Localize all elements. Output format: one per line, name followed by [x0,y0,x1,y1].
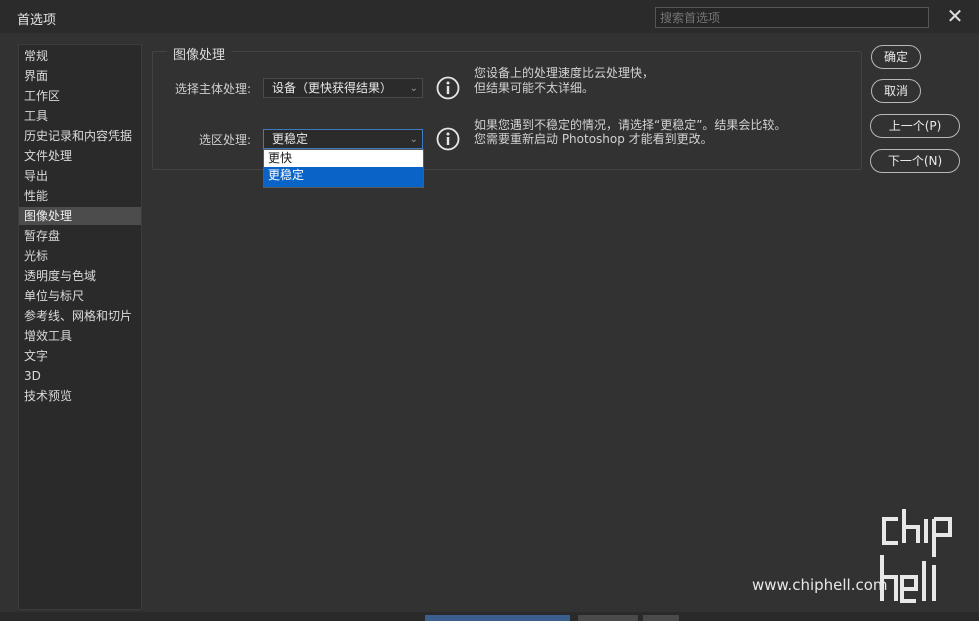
watermark-text: www.chiphell.com [752,576,888,594]
selection-note-line2: 您需要重新启动 Photoshop 才能看到更改。 [474,132,713,146]
sidebar-item-export[interactable]: 导出 [19,167,141,185]
sidebar-item-scratch-disks[interactable]: 暂存盘 [19,227,141,245]
close-icon[interactable]: ✕ [944,6,966,28]
sidebar: 常规 界面 工作区 工具 历史记录和内容凭据 文件处理 导出 性能 图像处理 暂… [18,44,142,610]
sidebar-item-general[interactable]: 常规 [19,47,141,65]
sidebar-item-plugins[interactable]: 增效工具 [19,327,141,345]
chiphell-logo [880,509,952,603]
sidebar-item-type[interactable]: 文字 [19,347,141,365]
sidebar-item-interface[interactable]: 界面 [19,67,141,85]
info-icon [436,76,460,100]
sidebar-item-image-processing[interactable]: 图像处理 [19,207,141,225]
sidebar-item-tools[interactable]: 工具 [19,107,141,125]
taskbar-segment [425,615,570,621]
selection-note-line1: 如果您遇到不稳定的情况，请选择“更稳定”。结果会比较。 [474,118,787,132]
bottom-strip [0,612,979,621]
subject-processing-value: 设备（更快获得结果） [272,81,393,95]
previous-button[interactable]: 上一个(P) [870,114,960,138]
ok-button[interactable]: 确定 [871,45,921,69]
subject-processing-select[interactable]: 设备（更快获得结果） ⌄ [263,78,423,98]
sidebar-item-file-handling[interactable]: 文件处理 [19,147,141,165]
dropdown-scroll-indicator [264,184,423,187]
subject-processing-label: 选择主体处理: [174,82,251,96]
cancel-button[interactable]: 取消 [871,79,921,103]
title-bar: 首选项 ✕ [0,0,979,33]
option-faster[interactable]: 更快 [264,150,423,167]
info-icon [436,127,460,151]
window-title: 首选项 [17,13,57,28]
section-title: 图像处理 [167,44,232,63]
sidebar-item-history[interactable]: 历史记录和内容凭据 [19,127,141,145]
sidebar-item-3d[interactable]: 3D [19,367,141,385]
subject-note-line1: 您设备上的处理速度比云处理快， [474,66,655,80]
subject-note-line2: 但结果可能不太详细。 [474,81,595,95]
sidebar-item-cursors[interactable]: 光标 [19,247,141,265]
taskbar-segment [643,615,679,621]
option-more-stable[interactable]: 更稳定 [264,167,423,184]
next-button[interactable]: 下一个(N) [870,149,960,173]
selection-processing-value: 更稳定 [272,132,309,146]
search-input[interactable] [655,7,929,28]
selection-processing-select[interactable]: 更稳定 ⌄ [263,129,423,149]
chevron-down-icon: ⌄ [409,83,418,94]
taskbar-segment [578,615,638,621]
sidebar-item-guides[interactable]: 参考线、网格和切片 [19,307,141,325]
sidebar-item-performance[interactable]: 性能 [19,187,141,205]
selection-processing-label: 选区处理: [198,133,251,147]
sidebar-item-tech-preview[interactable]: 技术预览 [19,387,141,405]
sidebar-item-units-rulers[interactable]: 单位与标尺 [19,287,141,305]
selection-processing-dropdown: 更快 更稳定 [263,149,424,188]
chevron-down-icon: ⌄ [409,134,418,145]
sidebar-item-transparency[interactable]: 透明度与色域 [19,267,141,285]
sidebar-item-workspace[interactable]: 工作区 [19,87,141,105]
